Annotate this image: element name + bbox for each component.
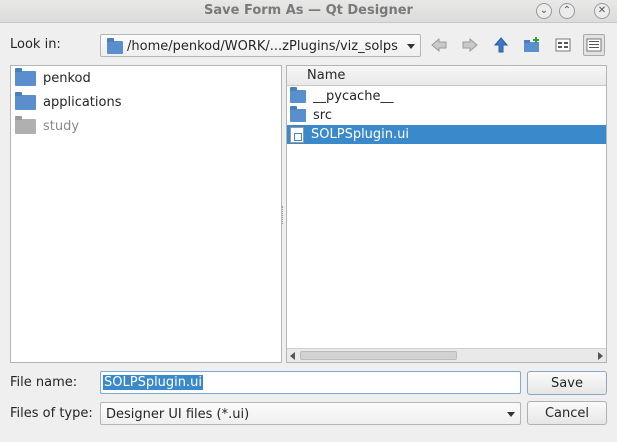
scrollbar-thumb[interactable] xyxy=(300,351,457,360)
sidebar-item-penkod[interactable]: penkod xyxy=(15,67,91,89)
ui-file-icon xyxy=(290,126,304,143)
window-title: Save Form As — Qt Designer xyxy=(204,3,413,18)
sidebar-places: penkod applications study xyxy=(10,65,282,363)
chevron-down-icon xyxy=(507,412,515,417)
file-name: SOLPSplugin.ui xyxy=(311,127,410,142)
list-view-icon xyxy=(555,38,571,52)
folder-icon xyxy=(15,67,36,86)
folder-icon xyxy=(290,106,306,122)
file-type-label: Files of type: xyxy=(10,406,93,421)
file-type-value: Designer UI files (*.ui) xyxy=(106,407,250,422)
back-arrow-icon xyxy=(431,38,447,52)
detail-view-icon xyxy=(586,38,602,52)
title-bar: Save Form As — Qt Designer ⌄ ⌃ ✕ xyxy=(0,0,617,23)
sidebar-item-label: study xyxy=(43,118,80,134)
new-folder-icon xyxy=(524,37,539,52)
folder-icon xyxy=(15,115,36,134)
save-button[interactable]: Save xyxy=(527,371,607,395)
splitter-handle[interactable] xyxy=(282,206,284,224)
sidebar-item-study[interactable]: study xyxy=(15,115,79,137)
list-view-button[interactable] xyxy=(552,34,574,56)
sidebar-item-applications[interactable]: applications xyxy=(15,91,121,113)
file-name: src xyxy=(313,108,332,123)
horizontal-scrollbar[interactable] xyxy=(287,348,606,362)
file-row-pycache[interactable]: __pycache__ xyxy=(287,87,606,106)
file-name-value: SOLPSplugin.ui xyxy=(103,375,204,390)
back-button[interactable] xyxy=(428,34,450,56)
close-button[interactable]: ✕ xyxy=(594,3,610,19)
forward-button[interactable] xyxy=(459,34,481,56)
folder-icon xyxy=(15,91,36,110)
look-in-path: /home/penkod/WORK/...zPlugins/viz_solps xyxy=(127,39,398,54)
sidebar-item-label: penkod xyxy=(43,70,91,86)
parent-directory-button[interactable] xyxy=(490,34,512,56)
up-arrow-icon xyxy=(494,37,508,53)
file-row-src[interactable]: src xyxy=(287,106,606,125)
file-type-combo[interactable]: Designer UI files (*.ui) xyxy=(100,402,521,425)
look-in-label: Look in: xyxy=(10,37,61,52)
file-name: __pycache__ xyxy=(313,89,394,104)
maximize-button[interactable]: ⌃ xyxy=(559,3,575,19)
file-name-label: File name: xyxy=(10,375,78,390)
column-header-name[interactable]: Name xyxy=(287,66,606,86)
file-row-solpsplugin[interactable]: SOLPSplugin.ui xyxy=(287,125,606,144)
chevron-down-icon xyxy=(407,44,415,49)
scroll-right-icon[interactable] xyxy=(598,352,603,360)
create-new-folder-button[interactable] xyxy=(521,34,543,56)
sidebar-item-label: applications xyxy=(43,94,122,110)
look-in-combo[interactable]: /home/penkod/WORK/...zPlugins/viz_solps xyxy=(100,34,421,57)
scroll-left-icon[interactable] xyxy=(290,352,295,360)
detail-view-button[interactable] xyxy=(583,34,605,56)
file-list-view[interactable]: Name __pycache__ src SOLPSplugin.ui xyxy=(286,65,607,363)
folder-icon xyxy=(107,38,123,54)
file-name-input[interactable]: SOLPSplugin.ui xyxy=(100,371,521,394)
column-header-label: Name xyxy=(307,68,346,83)
folder-icon xyxy=(290,87,306,103)
forward-arrow-icon xyxy=(462,38,478,52)
cancel-button[interactable]: Cancel xyxy=(527,401,607,425)
minimize-button[interactable]: ⌄ xyxy=(536,3,552,19)
